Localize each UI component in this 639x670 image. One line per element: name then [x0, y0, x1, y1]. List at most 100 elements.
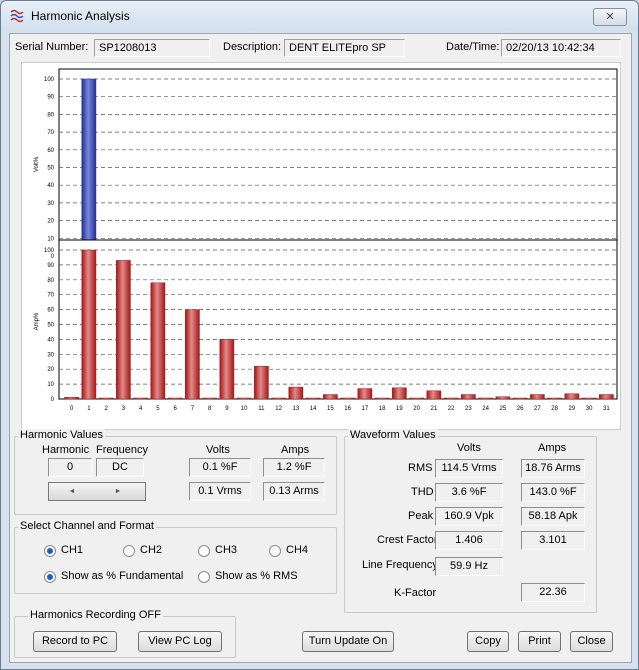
ch2-label[interactable]: CH2 — [140, 544, 162, 556]
channel-format-title: Select Channel and Format — [18, 520, 156, 532]
radio-ch2[interactable] — [123, 545, 135, 557]
x-tick-label: 12 — [275, 406, 282, 412]
harmonic-scrollbar[interactable]: ◄ ► — [48, 482, 146, 501]
x-tick-label: 18 — [379, 406, 386, 412]
x-tick-label: 23 — [465, 406, 472, 412]
y-tick-label: 10 — [47, 382, 54, 388]
bar-amps-h23 — [461, 394, 476, 400]
channel-format-group — [14, 527, 337, 594]
x-tick-label: 30 — [586, 406, 593, 412]
waveform-amps-header: Amps — [538, 442, 567, 454]
ch3-label[interactable]: CH3 — [215, 544, 237, 556]
view-pc-log-button[interactable]: View PC Log — [138, 631, 222, 652]
waveform-values-title: Waveform Values — [348, 429, 438, 441]
x-tick-label: 15 — [327, 406, 334, 412]
y-tick-label: 100 — [44, 77, 55, 83]
thd-volts: 3.6 %F — [435, 483, 503, 502]
print-button[interactable]: Print — [518, 631, 561, 652]
bar-amps-h4 — [133, 397, 148, 400]
radio-ch1[interactable] — [44, 545, 56, 557]
bar-amps-h31 — [599, 394, 614, 400]
window-close-icon[interactable]: ✕ — [593, 8, 627, 26]
y-tick-label: 60 — [47, 308, 54, 314]
bar-amps-h29 — [564, 393, 580, 400]
bar-amps-h22 — [443, 397, 459, 400]
bar-amps-h13 — [288, 386, 304, 400]
x-tick-label: 21 — [431, 406, 438, 412]
waveform-volts-header: Volts — [457, 442, 481, 454]
show-fundamental-label[interactable]: Show as % Fundamental — [61, 570, 183, 582]
y-tick-label: 90 — [47, 263, 54, 269]
bar-amps-h26 — [512, 397, 528, 400]
close-button[interactable]: Close — [570, 631, 613, 652]
rms-label: RMS — [408, 462, 433, 474]
datetime-label: Date/Time: — [446, 41, 500, 53]
bar-amps-h11 — [254, 365, 269, 400]
record-to-pc-button[interactable]: Record to PC — [33, 631, 117, 652]
harmonic-amps-pct: 1.2 %F — [263, 458, 325, 477]
serial-number-label: Serial Number: — [15, 41, 89, 53]
bar-amps-h6 — [167, 397, 183, 400]
y-tick-label: 80 — [47, 112, 54, 118]
copy-button[interactable]: Copy — [467, 631, 509, 652]
y-tick-label: 20 — [47, 367, 54, 373]
x-tick-label: 22 — [448, 406, 455, 412]
x-tick-label: 11 — [258, 406, 265, 412]
y-tick-label: 40 — [47, 183, 54, 189]
x-tick-label: 27 — [534, 406, 541, 412]
y-tick-label: 30 — [47, 201, 54, 207]
radio-ch4[interactable] — [269, 545, 281, 557]
bar-amps-h27 — [530, 394, 545, 400]
bar-amps-h8 — [202, 397, 217, 400]
radio-ch3[interactable] — [198, 545, 210, 557]
x-tick-label: 16 — [344, 406, 351, 412]
bar-amps-h15 — [323, 394, 338, 400]
peak-amps: 58.18 Apk — [521, 507, 585, 526]
line-frequency-value: 59.9 Hz — [435, 557, 503, 576]
radio-show-rms[interactable] — [198, 571, 210, 583]
plot-area-volts — [58, 68, 618, 257]
harmonic-app-icon — [10, 9, 24, 23]
bar-amps-h7 — [185, 309, 200, 400]
bar-amps-h9 — [219, 339, 235, 400]
bar-amps-h20 — [409, 397, 424, 400]
x-tick-label: 25 — [500, 406, 507, 412]
bar-amps-h12 — [271, 397, 286, 400]
client-area: Serial Number: SP1208013 Description: DE… — [9, 33, 632, 663]
turn-update-on-button[interactable]: Turn Update On — [302, 631, 394, 652]
y-axis-label: Volt% — [34, 156, 40, 172]
bar-amps-h19 — [392, 387, 407, 400]
datetime-field: 02/20/13 10:42:34 — [501, 39, 621, 57]
y-tick-label: 60 — [47, 148, 54, 154]
amps-header: Amps — [281, 444, 310, 456]
harmonic-values-title: Harmonic Values — [18, 429, 105, 441]
k-factor-value: 22.36 — [521, 583, 585, 602]
y-tick-label: 30 — [47, 352, 54, 358]
x-tick-label: 13 — [293, 406, 300, 412]
bar-amps-h1 — [81, 249, 97, 400]
bar-amps-h0 — [64, 396, 79, 400]
crest-factor-label: Crest Factor — [377, 534, 438, 546]
x-tick-label: 17 — [362, 406, 369, 412]
radio-show-fundamental[interactable] — [44, 571, 56, 583]
show-rms-label[interactable]: Show as % RMS — [215, 570, 298, 582]
x-tick-label: 26 — [517, 406, 524, 412]
y-axis-label: Amp% — [34, 312, 40, 330]
y-tick-label: 80 — [47, 278, 54, 284]
window-title: Harmonic Analysis — [31, 9, 130, 23]
x-tick-label: 14 — [310, 406, 317, 412]
harmonic-amps-rms: 0.13 Arms — [263, 482, 325, 501]
thd-label: THD — [411, 486, 434, 498]
chart-volts: 0102030405060708090100Volt% — [34, 68, 618, 260]
scroll-left-arrow-icon[interactable]: ◄ — [53, 483, 91, 500]
scroll-right-arrow-icon[interactable]: ► — [99, 483, 137, 500]
recording-status-title: Harmonics Recording OFF — [28, 609, 163, 621]
crest-factor-volts: 1.406 — [435, 531, 503, 550]
bar-amps-h14 — [305, 397, 321, 400]
crest-factor-amps: 3.101 — [521, 531, 585, 550]
bar-amps-h5 — [150, 282, 166, 400]
bar-amps-h2 — [98, 397, 114, 400]
ch1-label[interactable]: CH1 — [61, 544, 83, 556]
ch4-label[interactable]: CH4 — [286, 544, 308, 556]
x-tick-label: 20 — [413, 406, 420, 412]
